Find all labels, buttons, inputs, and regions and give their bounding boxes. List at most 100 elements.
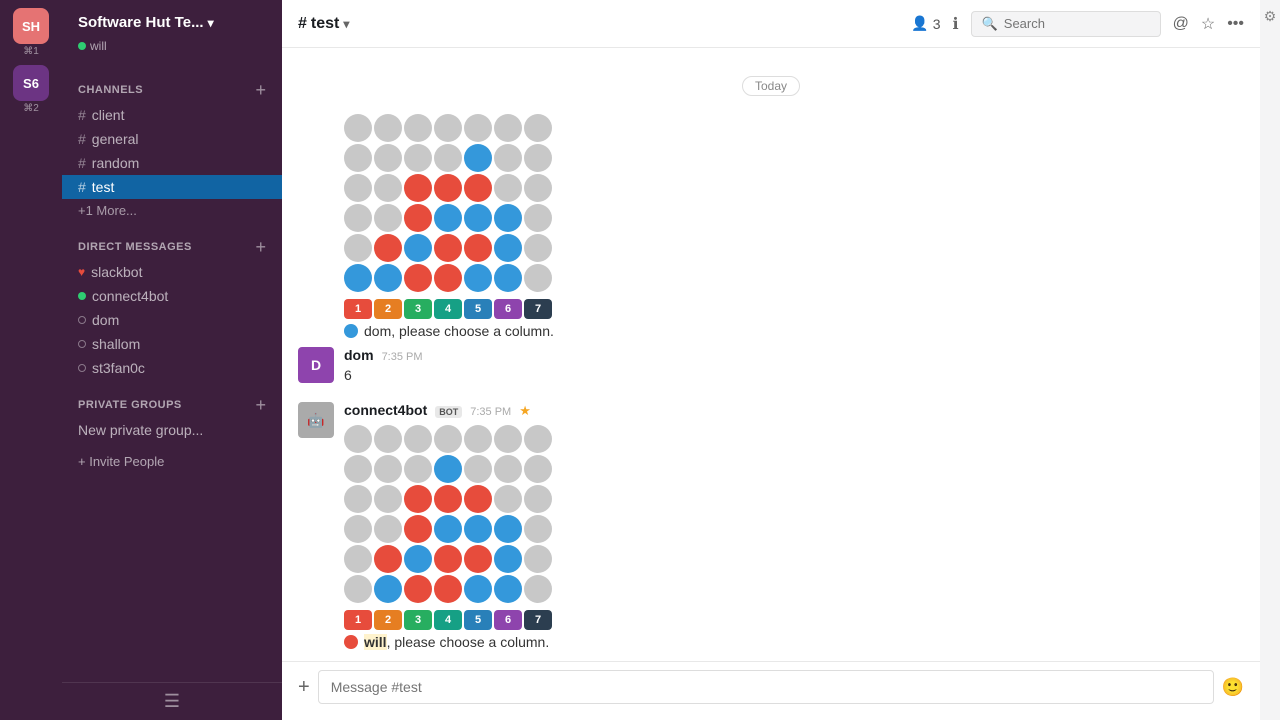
emoji-button[interactable]: 🙂 xyxy=(1222,677,1244,698)
at-icon[interactable]: @ xyxy=(1173,15,1189,33)
dm-item-dom[interactable]: dom xyxy=(62,308,282,332)
workspace-bar: SH ⌘1 S6 ⌘2 xyxy=(0,0,62,720)
attach-button[interactable]: + xyxy=(298,676,310,699)
board-cell xyxy=(374,204,402,232)
workspace-secondary[interactable]: S6 ⌘2 xyxy=(13,65,49,114)
main-chat-area: # test ▾ 👤 3 ℹ 🔍 @ ☆ ••• Today xyxy=(282,0,1260,720)
sidebar-menu-icon[interactable]: ☰ xyxy=(164,691,180,712)
dm-status-shallom xyxy=(78,340,86,348)
board-cell xyxy=(524,114,552,142)
search-input[interactable] xyxy=(1004,16,1150,31)
dm-status-connect4bot xyxy=(78,292,86,300)
dm-item-slackbot[interactable]: ♥ slackbot xyxy=(62,260,282,284)
board-cell xyxy=(524,425,552,453)
board-cell xyxy=(344,425,372,453)
col-3[interactable]: 3 xyxy=(404,610,432,630)
col-4[interactable]: 4 xyxy=(434,299,462,319)
channel-item-general[interactable]: # general xyxy=(62,127,282,151)
board-cell xyxy=(344,515,372,543)
message-time-dom: 7:35 PM xyxy=(382,351,423,363)
col-7[interactable]: 7 xyxy=(524,610,552,630)
board-cell xyxy=(404,455,432,483)
board-cell xyxy=(434,264,462,292)
board-cell xyxy=(344,455,372,483)
invite-people-button[interactable]: + Invite People xyxy=(62,442,282,481)
chat-header-right: 👤 3 ℹ 🔍 @ ☆ ••• xyxy=(911,11,1244,37)
dm-item-connect4bot[interactable]: connect4bot xyxy=(62,284,282,308)
channel-item-test[interactable]: # test xyxy=(62,175,282,199)
dm-item-st3fan0c[interactable]: st3fan0c xyxy=(62,356,282,380)
star-button1[interactable]: ★ xyxy=(519,403,531,419)
col-numbers1: 1 2 3 4 5 6 7 xyxy=(344,610,1244,630)
board-cell xyxy=(404,425,432,453)
turn-indicator1: will, please choose a column. xyxy=(344,634,1244,650)
board-cell xyxy=(524,174,552,202)
board-cell xyxy=(374,264,402,292)
search-box[interactable]: 🔍 xyxy=(971,11,1161,37)
board-cell xyxy=(434,234,462,262)
board-cell xyxy=(374,485,402,513)
col-5[interactable]: 5 xyxy=(464,299,492,319)
col-4[interactable]: 4 xyxy=(434,610,462,630)
board-cell xyxy=(494,515,522,543)
more-icon[interactable]: ••• xyxy=(1227,15,1244,33)
board-cell xyxy=(374,114,402,142)
settings-icon[interactable]: ⚙ xyxy=(1264,8,1277,25)
add-dm-button[interactable]: + xyxy=(255,238,266,256)
star-icon[interactable]: ☆ xyxy=(1201,14,1215,34)
add-private-group-button[interactable]: + xyxy=(255,396,266,414)
channel-item-random[interactable]: # random xyxy=(62,151,282,175)
board-row xyxy=(344,174,552,202)
col-2[interactable]: 2 xyxy=(374,610,402,630)
board-cell xyxy=(344,174,372,202)
board-cell xyxy=(464,515,492,543)
board-row xyxy=(344,485,552,513)
dm-item-shallom[interactable]: shallom xyxy=(62,332,282,356)
channel-item-client[interactable]: # client xyxy=(62,103,282,127)
col-6[interactable]: 6 xyxy=(494,610,522,630)
workspace-secondary-avatar[interactable]: S6 xyxy=(13,65,49,101)
dm-status-dom xyxy=(78,316,86,324)
more-channels-link[interactable]: +1 More... xyxy=(62,199,282,222)
board-cell xyxy=(434,204,462,232)
dm-section-header: DIRECT MESSAGES + xyxy=(62,222,282,260)
col-1[interactable]: 1 xyxy=(344,610,372,630)
workspace-primary[interactable]: SH ⌘1 xyxy=(13,8,49,57)
workspace-primary-avatar[interactable]: SH xyxy=(13,8,49,44)
avatar-dom: D xyxy=(298,347,334,383)
board-cell xyxy=(524,575,552,603)
col-2[interactable]: 2 xyxy=(374,299,402,319)
board-cell xyxy=(404,575,432,603)
col-6[interactable]: 6 xyxy=(494,299,522,319)
add-channel-button[interactable]: + xyxy=(255,81,266,99)
board-cell xyxy=(404,485,432,513)
chat-title: # test ▾ xyxy=(298,15,349,33)
board-cell xyxy=(464,204,492,232)
col-7[interactable]: 7 xyxy=(524,299,552,319)
message-author-dom: dom xyxy=(344,347,374,363)
col-1[interactable]: 1 xyxy=(344,299,372,319)
message-time-bot1: 7:35 PM xyxy=(470,406,511,418)
new-private-group-item[interactable]: New private group... xyxy=(62,418,282,442)
workspace-name[interactable]: Software Hut Te... ▾ xyxy=(78,14,214,31)
board-cell xyxy=(404,234,432,262)
channel-dropdown-chevron[interactable]: ▾ xyxy=(343,17,349,31)
message-input[interactable] xyxy=(318,670,1214,704)
chat-header: # test ▾ 👤 3 ℹ 🔍 @ ☆ ••• xyxy=(282,0,1260,48)
chat-header-left: # test ▾ xyxy=(298,15,349,33)
board-cell xyxy=(524,144,552,172)
message-group-dom: D dom 7:35 PM 6 xyxy=(298,343,1244,390)
info-icon[interactable]: ℹ xyxy=(953,14,959,34)
search-icon: 🔍 xyxy=(982,16,998,32)
board-cell xyxy=(494,485,522,513)
board-grid1 xyxy=(344,425,552,605)
board-cell xyxy=(494,234,522,262)
col-3[interactable]: 3 xyxy=(404,299,432,319)
board-cell xyxy=(524,234,552,262)
board-cell xyxy=(344,144,372,172)
col-5[interactable]: 5 xyxy=(464,610,492,630)
member-count[interactable]: 👤 3 xyxy=(911,15,940,32)
connect4-board-pre: 1 2 3 4 5 6 7 dom, please choose a colum… xyxy=(344,114,1244,339)
message-content-dom: dom 7:35 PM 6 xyxy=(344,347,1244,386)
board-cell xyxy=(374,575,402,603)
